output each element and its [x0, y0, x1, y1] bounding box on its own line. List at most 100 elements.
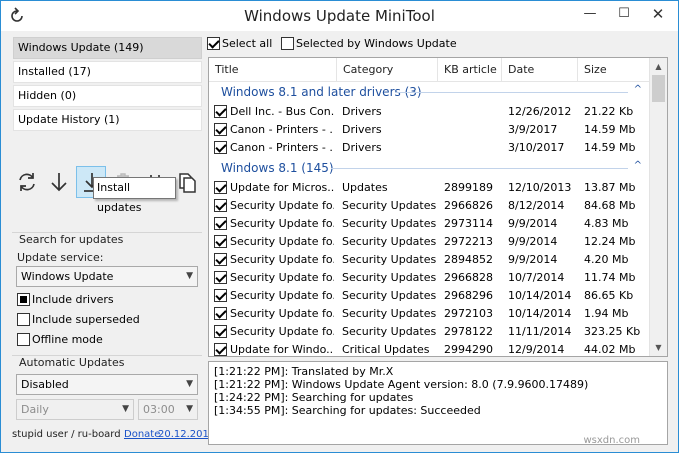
column-category[interactable]: Category [337, 58, 438, 82]
updates-list[interactable]: Title Category KB article Date Size Wind… [208, 57, 668, 357]
row-checkbox[interactable] [214, 235, 227, 248]
row-title: Update for Windo... [230, 343, 334, 356]
row-kb: 2894852 [444, 253, 493, 266]
row-checkbox[interactable] [214, 289, 227, 302]
chevron-down-icon: ▼ [186, 379, 193, 389]
table-row[interactable]: Update for Windo... Critical Updates 299… [209, 341, 650, 356]
offline-mode-checkbox[interactable] [17, 333, 30, 346]
chevron-up-icon[interactable]: ^ [634, 160, 642, 171]
include-superseded-checkbox[interactable] [17, 313, 30, 326]
log-panel[interactable]: [1:21:22 PM]: Translated by Mr.X [1:21:2… [208, 361, 668, 445]
row-checkbox[interactable] [214, 105, 227, 118]
table-row[interactable]: Security Update fo... Security Updates 2… [209, 323, 650, 341]
row-kb: 2994290 [444, 343, 493, 356]
scroll-up-icon[interactable]: ▲ [650, 58, 667, 75]
schedule-day-select[interactable]: Daily ▼ [16, 399, 134, 420]
row-checkbox[interactable] [214, 271, 227, 284]
column-size[interactable]: Size [578, 58, 650, 82]
update-service-select[interactable]: Windows Update ▼ [16, 266, 198, 287]
copy-icon [179, 173, 196, 193]
table-row[interactable]: Security Update fo... Security Updates 2… [209, 215, 650, 233]
row-title: Canon - Printers - ... [230, 141, 334, 154]
include-drivers-checkbox[interactable] [17, 293, 30, 306]
selected-by-wu-checkbox[interactable] [281, 37, 294, 50]
row-category: Security Updates [342, 325, 437, 338]
row-category: Drivers [342, 141, 382, 154]
table-row[interactable]: Security Update fo... Security Updates 2… [209, 251, 650, 269]
row-checkbox[interactable] [214, 217, 227, 230]
automatic-mode-select[interactable]: Disabled ▼ [16, 374, 198, 395]
maximize-button[interactable]: ☐ [607, 1, 641, 29]
row-checkbox[interactable] [214, 199, 227, 212]
table-row[interactable]: Canon - Printers - ... Drivers 3/10/2017… [209, 139, 650, 157]
copy-info-button[interactable] [172, 166, 202, 198]
log-line: [1:21:22 PM]: Translated by Mr.X [214, 365, 394, 378]
row-category: Critical Updates [342, 343, 430, 356]
table-row[interactable]: Security Update fo... Security Updates 2… [209, 233, 650, 251]
row-date: 12/9/2014 [508, 343, 565, 356]
scroll-down-icon[interactable]: ▼ [650, 339, 667, 356]
row-kb: 2978122 [444, 325, 493, 338]
nav-windows-update[interactable]: Windows Update (149) [13, 37, 202, 59]
select-all-label: Select all [222, 37, 273, 50]
column-kb[interactable]: KB article [438, 58, 502, 82]
row-checkbox[interactable] [214, 181, 227, 194]
table-row[interactable]: Update for Micros... Updates 2899189 12/… [209, 179, 650, 197]
row-size: 1.94 Mb [584, 307, 629, 320]
nav-update-history[interactable]: Update History (1) [13, 109, 202, 131]
row-date: 12/26/2012 [508, 105, 572, 118]
close-button[interactable]: ✕ [641, 1, 675, 29]
table-row[interactable]: Canon - Printers - ... Drivers 3/9/2017 … [209, 121, 650, 139]
table-row[interactable]: Security Update fo... Security Updates 2… [209, 269, 650, 287]
app-window: Windows Update MiniTool — ☐ ✕ Windows Up… [0, 0, 679, 453]
chevron-up-icon[interactable]: ^ [634, 84, 642, 95]
row-category: Security Updates [342, 307, 437, 320]
column-title[interactable]: Title [209, 58, 337, 82]
refresh-icon [19, 173, 35, 191]
row-size: 86.65 Kb [584, 289, 634, 302]
schedule-time-value: 03:00 [143, 403, 175, 416]
select-all-checkbox[interactable] [207, 37, 220, 50]
row-checkbox[interactable] [214, 343, 227, 356]
check-updates-button[interactable] [12, 166, 42, 198]
nav-hidden[interactable]: Hidden (0) [13, 85, 202, 107]
update-service-label: Update service: [17, 251, 104, 264]
row-checkbox[interactable] [214, 253, 227, 266]
minimize-button[interactable]: — [573, 1, 607, 29]
donate-link[interactable]: Donate [124, 429, 160, 440]
row-kb: 2972213 [444, 235, 493, 248]
download-updates-button[interactable] [44, 166, 74, 198]
row-date: 11/11/2014 [508, 325, 572, 338]
watermark: wsxdn.com [583, 435, 640, 446]
group-header[interactable]: Windows 8.1 and later drivers (3) ^ [209, 83, 650, 101]
release-date-link[interactable]: 20.12.2016 [158, 429, 215, 440]
row-title: Security Update fo... [230, 217, 334, 230]
row-kb: 2972103 [444, 307, 493, 320]
table-row[interactable]: Security Update fo... Security Updates 2… [209, 287, 650, 305]
row-size: 14.59 Mb [584, 123, 636, 136]
row-checkbox[interactable] [214, 325, 227, 338]
row-size: 4.83 Mb [584, 217, 629, 230]
row-checkbox[interactable] [214, 123, 227, 136]
include-drivers-label: Include drivers [32, 293, 114, 306]
table-row[interactable]: Security Update fo... Security Updates 2… [209, 197, 650, 215]
row-category: Security Updates [342, 217, 437, 230]
update-service-value: Windows Update [21, 270, 114, 283]
row-category: Updates [342, 181, 388, 194]
row-category: Security Updates [342, 271, 437, 284]
row-checkbox[interactable] [214, 141, 227, 154]
schedule-time-select[interactable]: 03:00 ▼ [138, 399, 198, 420]
row-kb: 2973114 [444, 217, 493, 230]
nav-installed[interactable]: Installed (17) [13, 61, 202, 83]
row-checkbox[interactable] [214, 307, 227, 320]
automatic-group-label: Automatic Updates [19, 356, 125, 369]
table-row[interactable]: Security Update fo... Security Updates 2… [209, 305, 650, 323]
scroll-thumb[interactable] [652, 75, 665, 102]
table-row[interactable]: Dell Inc. - Bus Con... Drivers 12/26/201… [209, 103, 650, 121]
log-line: [1:21:22 PM]: Windows Update Agent versi… [214, 378, 589, 391]
chevron-down-icon: ▼ [122, 404, 129, 414]
arrow-down-icon [51, 173, 67, 192]
vertical-scrollbar[interactable]: ▲ ▼ [649, 58, 667, 356]
column-date[interactable]: Date [502, 58, 578, 82]
group-header[interactable]: Windows 8.1 (145) ^ [209, 159, 650, 177]
